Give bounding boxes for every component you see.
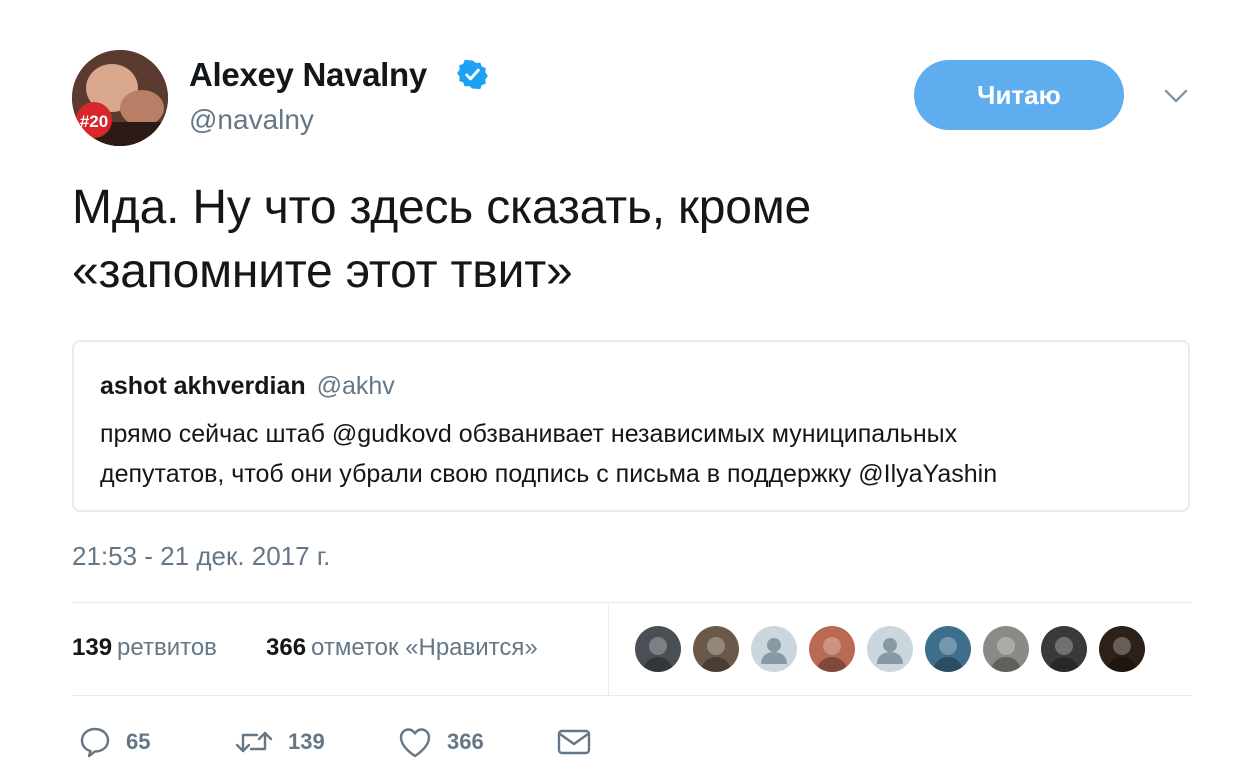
retweets-stat[interactable]: 139 ретвитов xyxy=(72,634,217,662)
quoted-tweet-author-handle: @akhv xyxy=(316,372,395,400)
liker-avatar[interactable] xyxy=(751,626,797,672)
quoted-tweet-text-line: депутатов, чтоб они убрали свою подпись … xyxy=(100,460,998,488)
retweets-label: ретвитов xyxy=(117,634,217,661)
photo-avatar-icon xyxy=(925,626,971,672)
stats-divider-vertical xyxy=(608,603,609,695)
author-handle[interactable]: @navalny xyxy=(189,104,314,136)
photo-avatar-icon xyxy=(809,626,855,672)
liker-avatar[interactable] xyxy=(1099,626,1145,672)
author-avatar[interactable]: #20 xyxy=(72,50,168,146)
liker-avatar[interactable] xyxy=(693,626,739,672)
author-name[interactable]: Alexey Navalny xyxy=(189,56,427,94)
photo-avatar-icon xyxy=(983,626,1029,672)
liker-avatar[interactable] xyxy=(925,626,971,672)
default-avatar-icon xyxy=(867,626,913,672)
tweet-text-line: Мда. Ну что здесь сказать, кроме xyxy=(72,181,812,234)
retweet-icon xyxy=(235,731,273,753)
retweet-count: 139 xyxy=(288,729,325,754)
liker-avatar[interactable] xyxy=(635,626,681,672)
quoted-tweet-author: ashot akhverdian @akhv xyxy=(100,372,395,401)
like-count: 366 xyxy=(447,729,484,754)
reply-icon xyxy=(80,727,110,758)
likes-stat[interactable]: 366 отметок «Нравится» xyxy=(266,634,538,662)
liker-avatar[interactable] xyxy=(809,626,855,672)
direct-message-button[interactable] xyxy=(556,724,592,760)
author-avatar-image: #20 xyxy=(72,50,168,146)
verified-badge-icon xyxy=(457,59,488,90)
avatar-badge: #20 xyxy=(80,112,108,131)
default-avatar-icon xyxy=(751,626,797,672)
chevron-down-icon[interactable] xyxy=(1163,86,1189,106)
stats-divider-top xyxy=(72,602,1192,603)
photo-avatar-icon xyxy=(693,626,739,672)
quoted-tweet-text: прямо сейчас штаб @gudkovd обзванивает н… xyxy=(100,414,1170,494)
photo-avatar-icon xyxy=(1099,626,1145,672)
tweet-text: Мда. Ну что здесь сказать, кроме «запомн… xyxy=(72,176,1172,304)
quoted-tweet-author-name: ashot akhverdian xyxy=(100,372,306,400)
likes-label: отметок «Нравится» xyxy=(311,634,538,661)
photo-avatar-icon xyxy=(635,626,681,672)
liker-avatar[interactable] xyxy=(983,626,1029,672)
stats-divider-bottom xyxy=(72,695,1192,696)
photo-avatar-icon xyxy=(1041,626,1087,672)
quoted-tweet-text-line: прямо сейчас штаб @gudkovd обзванивает н… xyxy=(100,420,958,448)
tweet-timestamp[interactable]: 21:53 - 21 дек. 2017 г. xyxy=(72,541,330,572)
heart-icon xyxy=(399,728,431,758)
likes-count: 366 xyxy=(266,634,307,661)
follow-button[interactable]: Читаю xyxy=(914,60,1124,130)
liker-avatar[interactable] xyxy=(867,626,913,672)
retweets-count: 139 xyxy=(72,634,113,661)
quoted-tweet-card[interactable]: ashot akhverdian @akhv прямо сейчас штаб… xyxy=(72,340,1190,512)
reply-button[interactable]: 65 xyxy=(78,724,150,760)
retweet-button[interactable]: 139 xyxy=(234,724,325,760)
envelope-icon xyxy=(557,729,591,755)
reply-count: 65 xyxy=(126,729,151,754)
liker-avatar[interactable] xyxy=(1041,626,1087,672)
tweet-text-line: «запомните этот твит» xyxy=(72,245,573,298)
like-button[interactable]: 366 xyxy=(397,724,484,760)
